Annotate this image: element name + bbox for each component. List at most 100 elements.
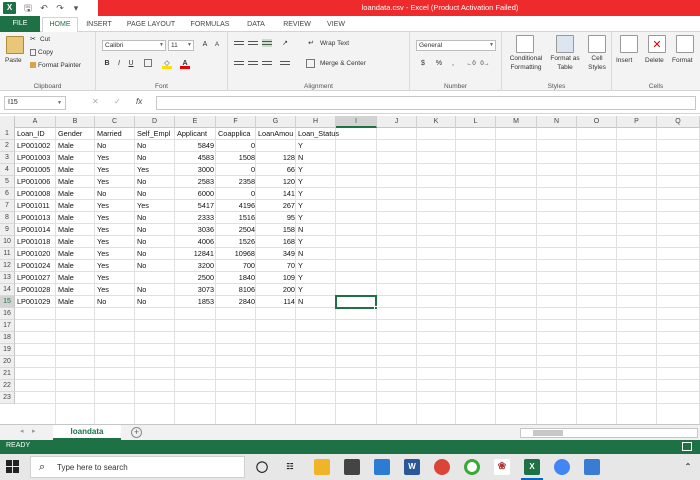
table-cell[interactable]: 2840 xyxy=(216,296,257,308)
table-cell[interactable]: 114 xyxy=(256,296,297,308)
table-cell[interactable]: 3200 xyxy=(175,260,216,272)
row-header-19[interactable]: 19 xyxy=(0,344,15,356)
tab-home[interactable]: HOME xyxy=(42,17,78,33)
chrome-profile-icon[interactable] xyxy=(554,459,570,475)
zoom-icon[interactable] xyxy=(374,459,390,475)
table-cell[interactable]: No xyxy=(135,296,176,308)
row-header-10[interactable]: 10 xyxy=(0,236,15,248)
formula-input[interactable] xyxy=(156,96,696,110)
delete-cells-icon[interactable]: ✕ xyxy=(648,35,666,53)
paste-icon[interactable] xyxy=(6,36,24,54)
table-cell[interactable]: 3073 xyxy=(175,284,216,296)
underline-button[interactable]: U xyxy=(126,59,136,69)
table-cell[interactable]: No xyxy=(135,284,176,296)
table-cell[interactable]: LP001008 xyxy=(15,188,56,200)
table-cell[interactable]: Y xyxy=(296,212,337,224)
table-cell[interactable]: 128 xyxy=(256,152,297,164)
prev-sheet-icon[interactable]: ◂ xyxy=(20,427,24,435)
row-header-6[interactable]: 6 xyxy=(0,188,15,200)
table-cell[interactable]: LP001002 xyxy=(15,140,56,152)
table-cell[interactable]: 0 xyxy=(216,164,257,176)
tab-insert[interactable]: INSERT xyxy=(82,18,116,32)
row-header-15[interactable]: 15 xyxy=(0,296,15,308)
table-cell[interactable]: 109 xyxy=(256,272,297,284)
column-header-g[interactable]: G xyxy=(256,116,296,128)
cut-button[interactable]: ✂ Cut xyxy=(30,35,50,45)
row-header-17[interactable]: 17 xyxy=(0,320,15,332)
column-header-e[interactable]: E xyxy=(175,116,216,128)
table-cell[interactable]: Male xyxy=(56,152,97,164)
table-cell[interactable]: 2504 xyxy=(216,224,257,236)
format-cells-icon[interactable] xyxy=(676,35,694,53)
table-cell[interactable]: 4583 xyxy=(175,152,216,164)
tab-file[interactable]: FILE xyxy=(0,16,40,32)
table-cell[interactable]: 66 xyxy=(256,164,297,176)
align-middle-icon[interactable] xyxy=(248,41,258,49)
table-cell[interactable]: 3036 xyxy=(175,224,216,236)
table-cell[interactable]: Yes xyxy=(95,236,136,248)
windows-start-icon[interactable] xyxy=(6,460,20,474)
table-cell[interactable]: 1508 xyxy=(216,152,257,164)
column-header-n[interactable]: N xyxy=(537,116,577,128)
table-cell[interactable]: LP001005 xyxy=(15,164,56,176)
table-cell[interactable]: Male xyxy=(56,236,97,248)
table-cell[interactable]: N xyxy=(296,152,337,164)
bold-button[interactable]: B xyxy=(102,59,112,69)
table-cell[interactable]: No xyxy=(135,140,176,152)
add-sheet-button[interactable]: + xyxy=(131,427,142,438)
row-header-12[interactable]: 12 xyxy=(0,260,15,272)
table-cell[interactable]: No xyxy=(135,224,176,236)
orientation-icon[interactable]: ↗ xyxy=(280,39,290,49)
table-cell[interactable]: 8106 xyxy=(216,284,257,296)
table-cell[interactable]: Male xyxy=(56,224,97,236)
table-cell[interactable]: 6000 xyxy=(175,188,216,200)
table-cell[interactable]: Yes xyxy=(95,224,136,236)
table-cell[interactable]: LP001014 xyxy=(15,224,56,236)
table-cell[interactable]: Y xyxy=(296,188,337,200)
column-header-f[interactable]: F xyxy=(216,116,256,128)
grow-font-button[interactable]: A xyxy=(200,40,210,50)
word-icon[interactable]: W xyxy=(404,459,420,475)
table-cell[interactable]: Male xyxy=(56,164,97,176)
table-cell[interactable]: 158 xyxy=(256,224,297,236)
table-cell[interactable]: Y xyxy=(296,200,337,212)
table-cell[interactable]: N xyxy=(296,296,337,308)
table-cell[interactable]: Male xyxy=(56,260,97,272)
borders-icon[interactable] xyxy=(144,59,152,67)
table-cell[interactable]: Yes xyxy=(95,152,136,164)
spreadsheet-grid[interactable]: ABCDEFGHIJKLMNOPQ Loan_ID Gender Married Se… xyxy=(0,116,700,424)
table-cell[interactable]: LP001013 xyxy=(15,212,56,224)
column-header-h[interactable]: H xyxy=(296,116,336,128)
table-cell[interactable]: Yes xyxy=(95,200,136,212)
column-header-j[interactable]: J xyxy=(377,116,417,128)
header-cell[interactable]: Married xyxy=(95,128,136,140)
table-cell[interactable]: Yes xyxy=(135,164,176,176)
column-header-o[interactable]: O xyxy=(577,116,617,128)
table-cell[interactable]: Y xyxy=(296,236,337,248)
row-header-11[interactable]: 11 xyxy=(0,248,15,260)
table-cell[interactable]: No xyxy=(95,140,136,152)
row-header-16[interactable]: 16 xyxy=(0,308,15,320)
chevron-up-icon[interactable]: ⌃ xyxy=(680,459,696,475)
table-cell[interactable]: Y xyxy=(296,284,337,296)
name-box[interactable]: I15 ▼ xyxy=(4,96,66,110)
paw-app-icon[interactable]: ❀ xyxy=(494,459,510,475)
row-header-20[interactable]: 20 xyxy=(0,356,15,368)
table-cell[interactable]: Male xyxy=(56,140,97,152)
paste-button[interactable]: Paste xyxy=(5,56,22,66)
table-cell[interactable]: 349 xyxy=(256,248,297,260)
tab-data[interactable]: DATA xyxy=(240,18,272,32)
format-cells-button[interactable]: Format xyxy=(672,56,693,66)
table-cell[interactable]: 1516 xyxy=(216,212,257,224)
table-cell[interactable]: Y xyxy=(296,272,337,284)
table-cell[interactable]: Male xyxy=(56,272,97,284)
header-cell[interactable]: Gender xyxy=(56,128,97,140)
table-cell[interactable]: 1840 xyxy=(216,272,257,284)
table-cell[interactable]: 141 xyxy=(256,188,297,200)
row-header-14[interactable]: 14 xyxy=(0,284,15,296)
table-cell[interactable]: N xyxy=(296,224,337,236)
table-cell[interactable]: Yes xyxy=(95,176,136,188)
table-cell[interactable]: Male xyxy=(56,212,97,224)
insert-cells-button[interactable]: Insert xyxy=(616,56,632,66)
table-cell[interactable]: Yes xyxy=(95,284,136,296)
